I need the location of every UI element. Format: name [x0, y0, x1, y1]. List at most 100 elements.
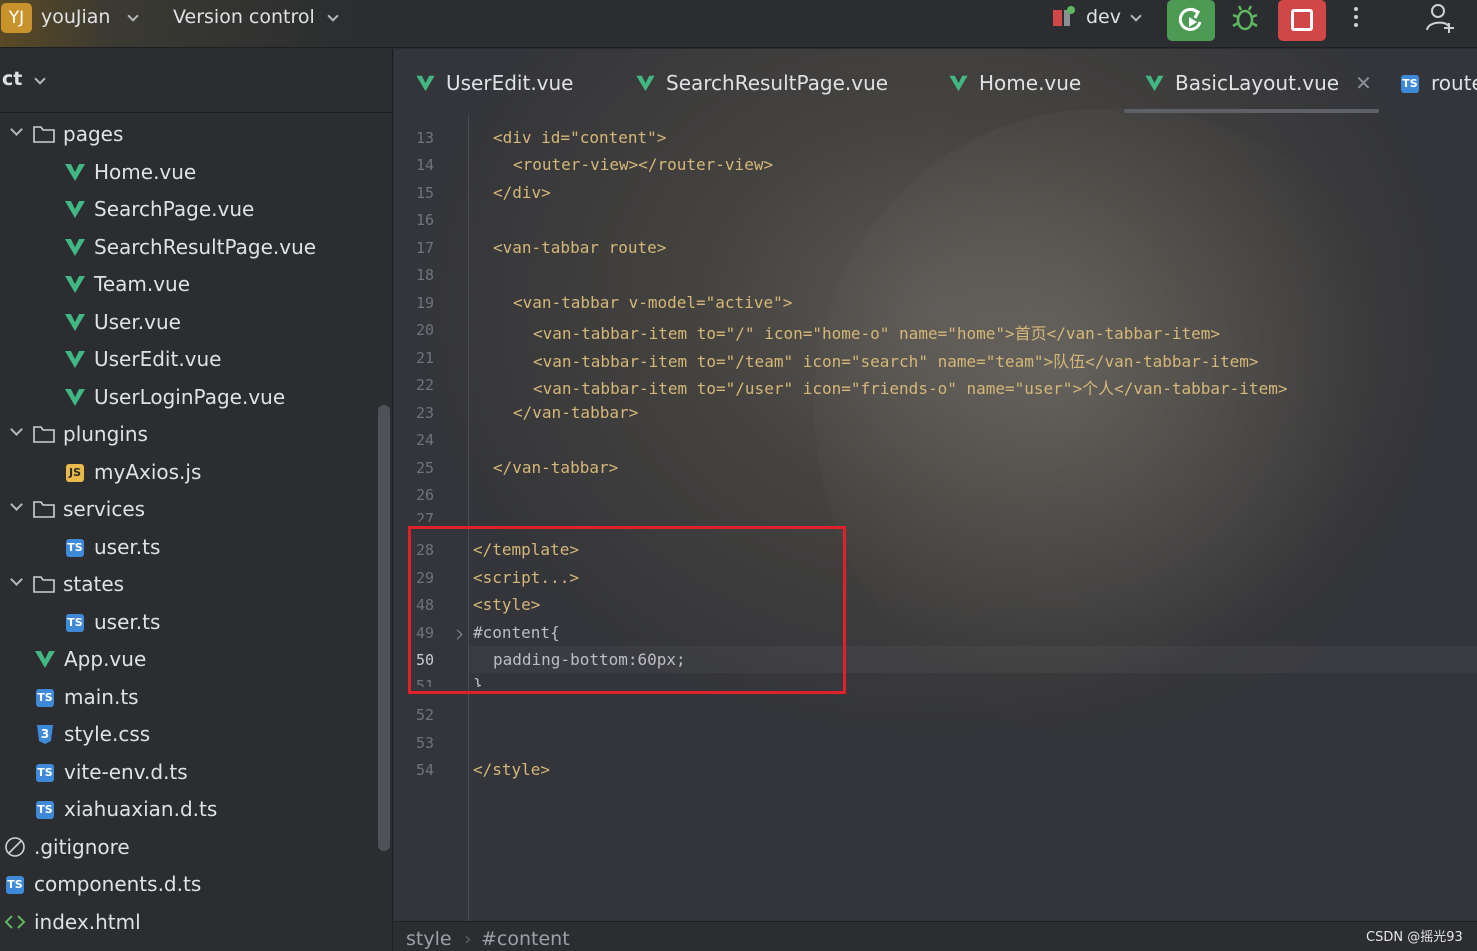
rerun-button[interactable] — [1167, 0, 1215, 41]
tree-folder-services[interactable]: services — [10, 490, 146, 527]
tab-label: UserEdit.vue — [446, 71, 574, 95]
expand-arrow-icon[interactable] — [10, 573, 23, 586]
tree-folder-pages[interactable]: pages — [10, 115, 124, 152]
tab-label: BasicLayout.vue — [1175, 71, 1340, 95]
tree-item-label: style.css — [64, 721, 151, 746]
tree-item-label: Home.vue — [94, 159, 197, 184]
watermark: CSDN @摇光93 — [1366, 930, 1463, 945]
vue-file-icon — [35, 650, 55, 668]
tree-file-userloginpage-vue[interactable]: UserLoginPage.vue — [64, 378, 285, 415]
line-number: 14 — [415, 156, 434, 174]
tree-item-label: UserEdit.vue — [94, 346, 222, 371]
expand-arrow-icon[interactable] — [10, 423, 23, 436]
breadcrumb: style › #content — [394, 921, 1477, 951]
chevron-down-icon[interactable] — [327, 10, 339, 22]
vue-file-icon — [65, 275, 85, 293]
line-number: 22 — [415, 376, 434, 394]
tree-file-xiahuaxian-d-ts[interactable]: TS xiahuaxian.d.ts — [34, 790, 217, 827]
vue-file-icon — [1145, 75, 1164, 92]
tree-folder-states[interactable]: states — [10, 565, 125, 602]
tree-file-myaxios-js[interactable]: JS myAxios.js — [64, 453, 201, 490]
tab-searchresultpage-vue[interactable]: SearchResultPage.vue — [635, 67, 888, 99]
tree-file-useredit-vue[interactable]: UserEdit.vue — [64, 340, 222, 377]
ts-file-icon: TS — [66, 613, 84, 632]
more-options-icon[interactable] — [1353, 7, 1359, 31]
vue-file-icon — [65, 313, 85, 331]
tree-item-label: xiahuaxian.d.ts — [64, 796, 218, 821]
line-number: 18 — [415, 266, 434, 284]
tree-file-user-vue[interactable]: User.vue — [64, 303, 181, 340]
stop-icon — [1291, 9, 1313, 31]
code-editor[interactable]: UserEdit.vue SearchResultPage.vue Home.v… — [394, 49, 1477, 951]
tree-item-label: states — [63, 571, 125, 596]
tree-file-style-css[interactable]: 3 style.css — [34, 715, 150, 752]
vue-file-icon — [949, 75, 968, 92]
branch-selector[interactable]: dev — [1086, 6, 1121, 28]
tree-file-team-vue[interactable]: Team.vue — [64, 265, 190, 302]
line-number: 23 — [415, 404, 434, 422]
expand-arrow-icon[interactable] — [10, 498, 23, 511]
chevron-down-icon[interactable] — [34, 73, 46, 85]
stop-button[interactable] — [1278, 0, 1326, 41]
chevron-down-icon[interactable] — [1130, 10, 1142, 22]
tree-folder-plungins[interactable]: plungins — [10, 415, 148, 452]
breadcrumb-item[interactable]: #content — [481, 928, 570, 950]
tree-item-label: pages — [63, 121, 124, 146]
tab-useredit-vue[interactable]: UserEdit.vue — [415, 67, 574, 99]
folder-icon — [33, 500, 55, 518]
tree-scrollbar[interactable] — [378, 405, 390, 851]
add-user-icon[interactable] — [1425, 2, 1457, 34]
tree-file-home-vue[interactable]: Home.vue — [64, 153, 196, 190]
line-number: 19 — [415, 294, 434, 312]
code-line-13: <div id="content"> — [493, 128, 667, 147]
editor-tabs: UserEdit.vue SearchResultPage.vue Home.v… — [394, 49, 1477, 115]
tree-file-gitignore[interactable]: .gitignore — [4, 828, 130, 865]
tab-route[interactable]: TS route — [1399, 67, 1477, 99]
close-tab-icon[interactable]: ✕ — [1355, 71, 1372, 95]
code-line-20: <van-tabbar-item to="/" icon="home-o" na… — [533, 324, 1221, 343]
tree-file-states-user-ts[interactable]: TS user.ts — [64, 603, 160, 640]
expand-arrow-icon[interactable] — [10, 123, 23, 136]
folder-icon — [33, 125, 55, 143]
project-badge[interactable]: YJ — [1, 3, 32, 33]
ts-file-icon: TS — [36, 763, 54, 782]
tab-home-vue[interactable]: Home.vue — [948, 67, 1081, 99]
project-name[interactable]: youJian — [41, 6, 110, 28]
tree-file-vite-env-d-ts[interactable]: TS vite-env.d.ts — [34, 753, 188, 790]
tab-label: SearchResultPage.vue — [666, 71, 889, 95]
version-control-menu[interactable]: Version control — [173, 6, 315, 28]
tab-basiclayout-vue[interactable]: BasicLayout.vue ✕ — [1144, 67, 1372, 99]
gutter-separator — [468, 115, 469, 921]
css-file-icon: 3 — [37, 724, 53, 744]
tree-file-searchpage-vue[interactable]: SearchPage.vue — [64, 190, 254, 227]
breadcrumb-separator-icon: › — [464, 928, 472, 950]
annotation-highlight-box — [408, 526, 846, 694]
tree-file-searchresultpage-vue[interactable]: SearchResultPage.vue — [64, 228, 316, 265]
active-tab-indicator — [1124, 109, 1379, 113]
ts-file-icon: TS — [66, 538, 84, 557]
chevron-down-icon[interactable] — [127, 10, 139, 22]
vue-file-icon — [65, 200, 85, 218]
tree-item-label: services — [63, 496, 146, 521]
ts-file-icon: TS — [1401, 75, 1419, 93]
tree-item-label: User.vue — [94, 309, 181, 334]
vue-file-icon — [65, 388, 85, 406]
branch-icon[interactable] — [1053, 6, 1075, 26]
breadcrumb-item[interactable]: style — [406, 928, 452, 950]
ignore-file-icon — [5, 836, 25, 857]
line-number: 17 — [415, 239, 434, 257]
line-number: 27 — [415, 510, 434, 522]
tree-file-main-ts[interactable]: TS main.ts — [34, 678, 139, 715]
tree-file-app-vue[interactable]: App.vue — [34, 640, 146, 677]
code-line-23: </van-tabbar> — [513, 403, 639, 422]
tree-file-index-html[interactable]: index.html — [4, 903, 141, 940]
tree-item-label: SearchPage.vue — [94, 196, 255, 221]
project-panel-title[interactable]: ct — [2, 68, 22, 90]
debug-bug-icon[interactable] — [1231, 5, 1259, 31]
tree-file-services-user-ts[interactable]: TS user.ts — [64, 528, 160, 565]
line-number: 20 — [415, 321, 434, 339]
vue-file-icon — [416, 75, 435, 92]
tree-file-components-d-ts[interactable]: TS components.d.ts — [4, 865, 201, 902]
rerun-icon — [1178, 7, 1202, 31]
line-number: 54 — [415, 761, 434, 779]
